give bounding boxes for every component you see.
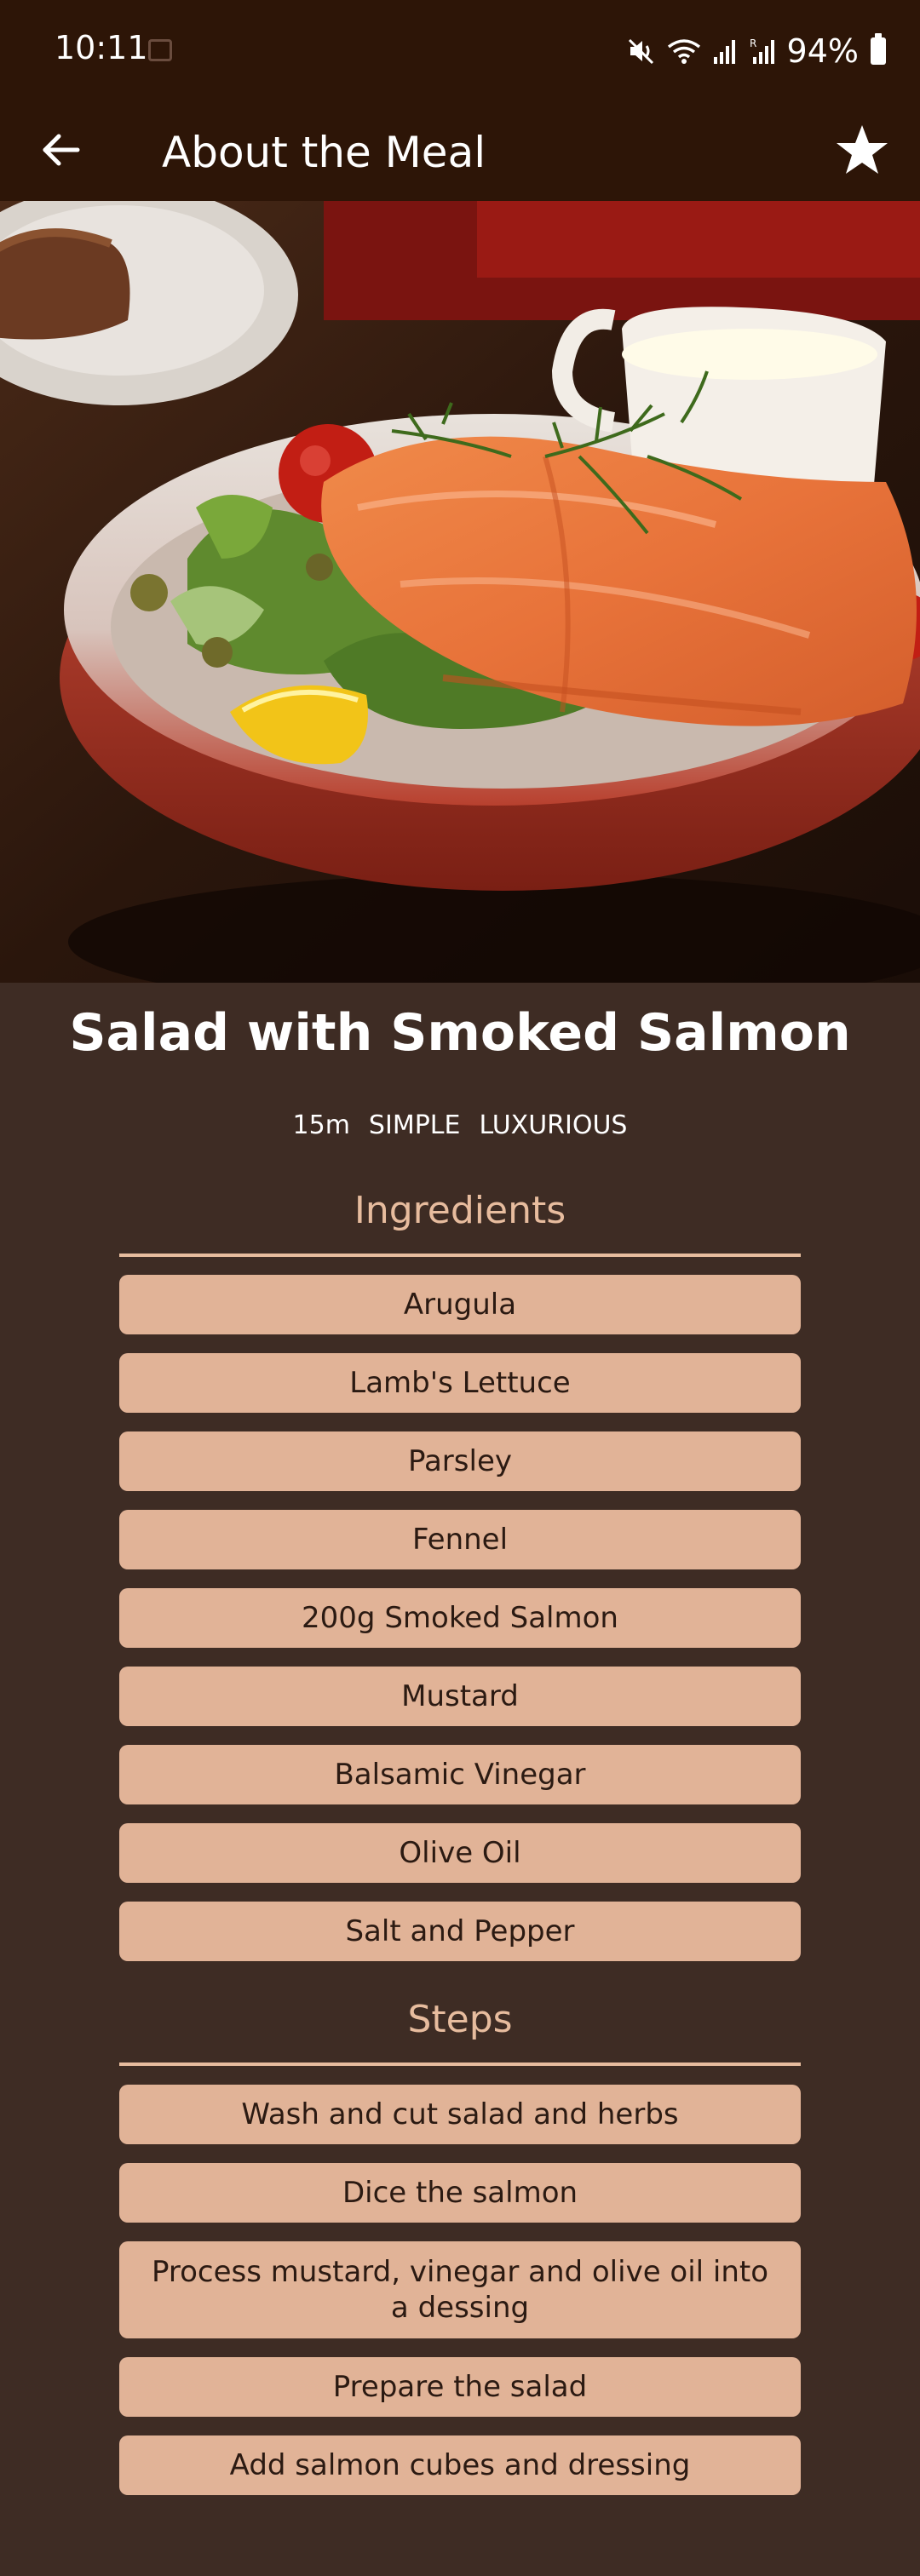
battery-icon (871, 33, 886, 65)
step-item: Process mustard, vinegar and olive oil i… (119, 2241, 801, 2338)
meal-complexity: SIMPLE (368, 1110, 461, 1140)
steps-divider (119, 2063, 801, 2066)
ingredient-item: Balsamic Vinegar (119, 1745, 801, 1804)
signal-icon (713, 40, 735, 64)
ingredient-item: Lamb's Lettuce (119, 1353, 801, 1413)
step-item: Wash and cut salad and herbs (119, 2085, 801, 2144)
ingredient-item: Mustard (119, 1667, 801, 1726)
status-icons: R 94% (627, 29, 886, 73)
back-button[interactable] (34, 123, 89, 177)
meal-duration: 15m (292, 1110, 350, 1140)
ingredients-divider (119, 1254, 801, 1257)
step-item: Add salmon cubes and dressing (119, 2435, 801, 2495)
page-title: About the Meal (162, 128, 486, 177)
ingredient-item: Fennel (119, 1510, 801, 1569)
step-item: Prepare the salad (119, 2357, 801, 2417)
step-item: Dice the salmon (119, 2163, 801, 2223)
battery-percent: 94% (786, 32, 859, 70)
steps-list: Wash and cut salad and herbs Dice the sa… (119, 2085, 801, 2514)
meal-title: Salad with Smoked Salmon (69, 1003, 851, 1063)
ingredient-item: Arugula (119, 1275, 801, 1334)
meal-affordability: LUXURIOUS (479, 1110, 628, 1140)
image-notification-icon (148, 39, 172, 61)
star-icon (837, 125, 888, 174)
meal-meta: 15m SIMPLE LUXURIOUS (0, 1110, 920, 1140)
mute-icon (628, 38, 653, 65)
ingredients-heading: Ingredients (354, 1189, 566, 1232)
ingredient-item: Salt and Pepper (119, 1902, 801, 1961)
meal-image (0, 201, 920, 983)
favorite-button[interactable] (830, 118, 894, 182)
status-bar: 10:11 R 94% (0, 0, 920, 99)
signal-roaming-icon: R (750, 37, 774, 64)
status-time: 10:11 (55, 29, 148, 66)
svg-text:R: R (750, 37, 756, 49)
wifi-icon (667, 39, 700, 64)
steps-heading: Steps (407, 1998, 513, 2041)
ingredients-list: Arugula Lamb's Lettuce Parsley Fennel 20… (119, 1275, 801, 1980)
arrow-left-icon (43, 134, 80, 166)
ingredient-item: Olive Oil (119, 1823, 801, 1883)
app-bar: About the Meal (0, 99, 920, 201)
ingredient-item: Parsley (119, 1431, 801, 1491)
ingredient-item: 200g Smoked Salmon (119, 1588, 801, 1648)
